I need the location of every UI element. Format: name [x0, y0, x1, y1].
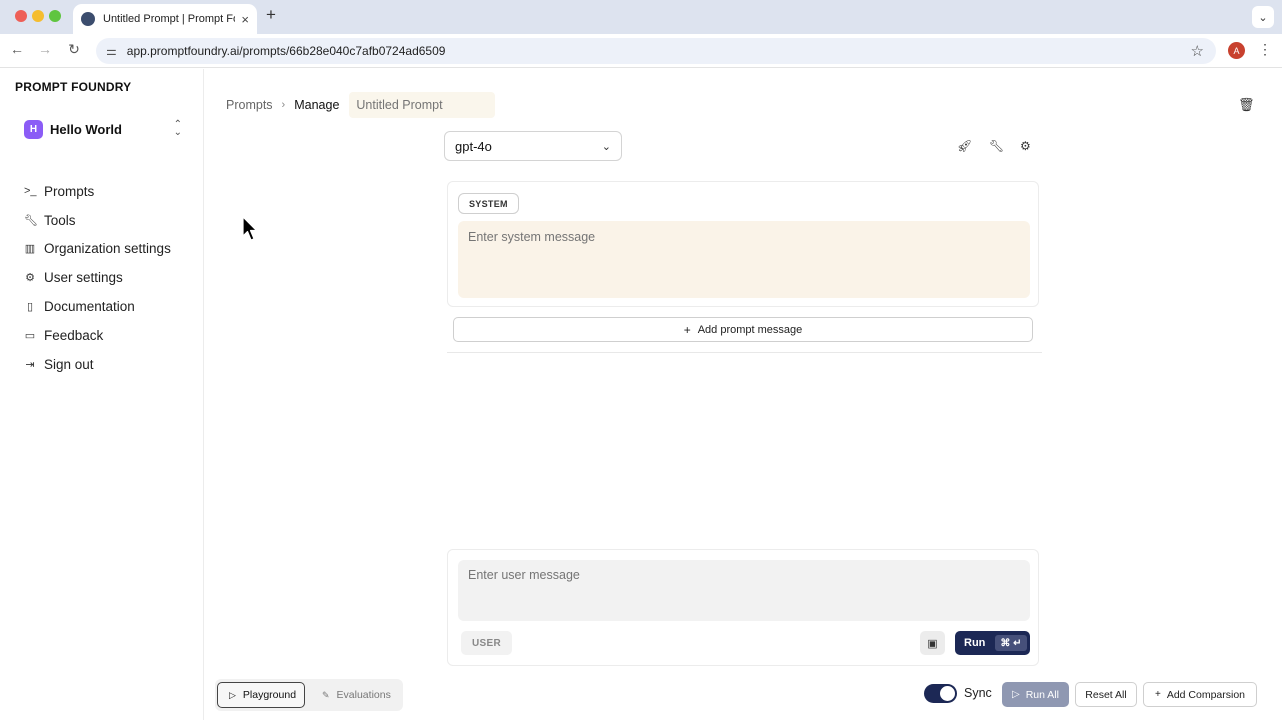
terminal-icon: >_	[24, 185, 37, 198]
trash-icon[interactable]: 🗑︎	[1238, 97, 1255, 113]
book-icon: ▯	[26, 301, 34, 314]
chevron-down-icon: ⌄	[601, 140, 611, 153]
user-message-card: USER ▣ Run ⌘ ↵	[447, 549, 1039, 666]
sidebar-item-feedback[interactable]: ▭ Feedback	[24, 321, 171, 350]
toggle-knob	[940, 686, 955, 701]
wrench-icon[interactable]: 🔧︎	[989, 139, 1004, 153]
sidebar-item-label: User settings	[44, 270, 123, 286]
breadcrumb-prompts-link[interactable]: Prompts	[226, 98, 273, 112]
organization-switcher[interactable]: H Hello World ⌃ ⌄	[24, 119, 182, 139]
add-comparison-label: Add Comparsion	[1166, 688, 1246, 701]
prompt-title-input[interactable]	[349, 92, 496, 118]
plus-icon: +	[683, 322, 691, 337]
url-text: app.promptfoundry.ai/prompts/66b28e040c7…	[126, 44, 446, 58]
sidebar: PROMPT FOUNDRY H Hello World ⌃ ⌄ >_ Promp…	[0, 69, 204, 720]
reset-all-label: Reset All	[1085, 688, 1127, 701]
forward-icon[interactable]: →	[36, 41, 54, 57]
pencil-icon: ✎	[322, 689, 330, 700]
sidebar-item-label: Organization settings	[44, 241, 171, 257]
add-image-icon[interactable]: ▣	[920, 631, 945, 655]
building-icon: ▥	[24, 243, 36, 256]
model-select[interactable]: gpt-4o ⌄	[444, 131, 622, 161]
tab-evaluations-label: Evaluations	[336, 689, 391, 701]
add-prompt-message-button[interactable]: + Add prompt message	[453, 317, 1033, 342]
tab-search-icon[interactable]: ⌄	[1252, 6, 1274, 28]
system-message-card: SYSTEM	[447, 181, 1039, 307]
sidebar-item-organization-settings[interactable]: ▥ Organization settings	[24, 235, 171, 264]
tab-playground-label: Playground	[242, 689, 297, 701]
system-role-pill[interactable]: SYSTEM	[458, 193, 519, 214]
profile-avatar[interactable]: A	[1228, 42, 1245, 59]
tab-evaluations[interactable]: ✎ Evaluations	[311, 682, 402, 708]
run-label: Run	[964, 637, 986, 649]
breadcrumb-manage: Manage	[294, 98, 340, 112]
divider	[447, 352, 1042, 353]
brand-logo: PROMPT FOUNDRY	[15, 80, 132, 94]
sidebar-item-prompts[interactable]: >_ Prompts	[24, 177, 171, 206]
sync-label: Sync	[964, 686, 992, 700]
browser-tab-bar: Untitled Prompt | Prompt Foundry × + ⌄	[0, 0, 1282, 34]
run-button[interactable]: Run ⌘ ↵	[955, 631, 1030, 655]
sidebar-item-label: Documentation	[44, 299, 135, 315]
browser-toolbar: ← → ↻ ⚌ app.promptfoundry.ai/prompts/66b…	[0, 34, 1282, 68]
back-icon[interactable]: ←	[8, 41, 26, 57]
play-icon: ▷	[229, 689, 236, 700]
run-all-button[interactable]: ▷ Run All	[1002, 682, 1069, 707]
sidebar-item-user-settings[interactable]: ⚙ User settings	[24, 263, 171, 292]
org-logo-icon: H	[24, 119, 43, 139]
tab-title: Untitled Prompt | Prompt Foundry	[103, 13, 235, 25]
gear-icon[interactable]: ⚙	[1020, 139, 1031, 153]
mode-tabs: ▷ Playground ✎ Evaluations	[215, 679, 403, 711]
breadcrumb: Prompts › Manage	[226, 92, 496, 118]
close-window-button[interactable]	[15, 10, 27, 22]
run-all-label: Run All	[1025, 688, 1059, 701]
wrench-icon: 🔧︎	[24, 214, 38, 227]
new-tab-icon[interactable]: +	[266, 5, 276, 25]
close-tab-icon[interactable]: ×	[241, 12, 249, 27]
play-icon: ▷	[1012, 689, 1020, 700]
plus-icon: +	[1154, 689, 1161, 700]
add-comparison-button[interactable]: + Add Comparsion	[1143, 682, 1257, 707]
bookmark-star-icon[interactable]: ☆	[1191, 42, 1204, 60]
user-role-pill[interactable]: USER	[461, 631, 512, 655]
maximize-window-button[interactable]	[49, 10, 61, 22]
user-message-input[interactable]	[458, 560, 1030, 621]
org-name: Hello World	[50, 121, 122, 137]
chevron-up-down-icon: ⌃ ⌄	[173, 119, 182, 138]
sync-toggle[interactable]	[924, 684, 957, 703]
reload-icon[interactable]: ↻	[65, 41, 83, 58]
sidebar-item-sign-out[interactable]: ⇥ Sign out	[24, 350, 171, 379]
browser-tab[interactable]: Untitled Prompt | Prompt Foundry ×	[73, 4, 257, 34]
browser-menu-icon[interactable]: ⋮	[1258, 41, 1272, 58]
sidebar-item-label: Feedback	[44, 327, 104, 343]
system-message-input[interactable]	[458, 221, 1030, 298]
rocket-icon[interactable]: 🚀︎	[957, 139, 972, 153]
chevron-right-icon: ›	[281, 99, 286, 111]
sidebar-item-documentation[interactable]: ▯ Documentation	[24, 292, 171, 321]
sign-out-icon: ⇥	[25, 358, 35, 371]
reset-all-button[interactable]: Reset All	[1075, 682, 1137, 707]
sidebar-item-label: Tools	[44, 212, 76, 228]
message-icon: ▭	[24, 329, 36, 342]
add-prompt-message-label: Add prompt message	[697, 323, 803, 336]
mouse-cursor-icon	[242, 216, 258, 241]
address-bar[interactable]: ⚌ app.promptfoundry.ai/prompts/66b28e040…	[96, 38, 1216, 64]
minimize-window-button[interactable]	[32, 10, 44, 22]
sidebar-item-label: Prompts	[44, 183, 95, 199]
model-select-value: gpt-4o	[455, 138, 492, 154]
sidebar-item-label: Sign out	[44, 356, 94, 372]
site-info-icon[interactable]: ⚌	[106, 44, 117, 58]
favicon-icon	[81, 12, 95, 26]
gear-icon: ⚙	[25, 272, 35, 285]
tab-playground[interactable]: ▷ Playground	[217, 682, 305, 708]
run-shortcut: ⌘ ↵	[995, 635, 1027, 651]
sidebar-item-tools[interactable]: 🔧︎ Tools	[24, 206, 171, 235]
sidebar-nav: >_ Prompts 🔧︎ Tools ▥ Organization setti…	[24, 177, 171, 379]
